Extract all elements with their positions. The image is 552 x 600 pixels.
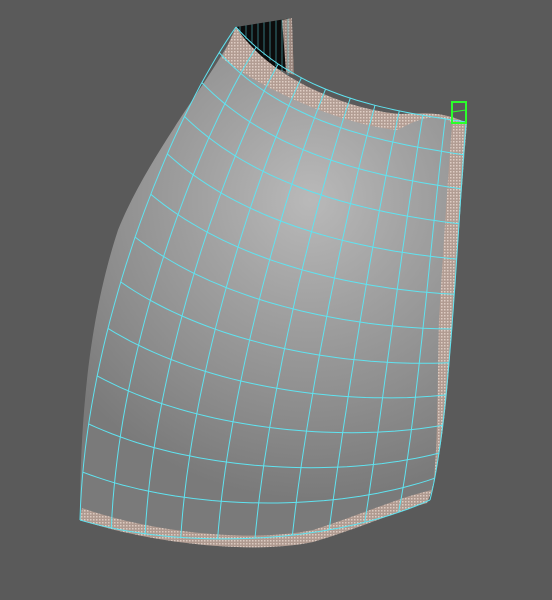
mesh-surface[interactable] bbox=[80, 27, 467, 548]
viewport-canvas[interactable] bbox=[0, 0, 552, 600]
3d-viewport[interactable] bbox=[0, 0, 552, 600]
selected-face-inner bbox=[451, 109, 467, 113]
